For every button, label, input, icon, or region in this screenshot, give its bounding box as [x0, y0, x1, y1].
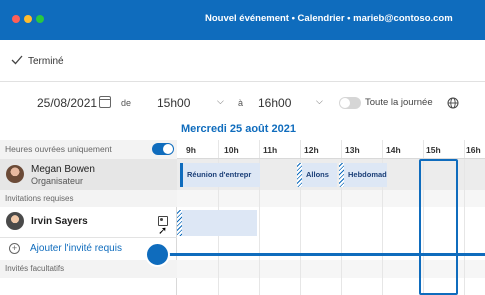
plus-icon[interactable]: +	[9, 243, 20, 254]
end-time-field[interactable]: 16h00	[258, 96, 291, 110]
avatar	[6, 165, 24, 183]
minimize-window-button[interactable]	[24, 15, 32, 23]
attendee-pane: Heures ouvrées uniquement Megan Bowen Or…	[0, 140, 177, 295]
toolbar: Terminé	[0, 40, 485, 82]
done-button[interactable]: Terminé	[28, 56, 64, 67]
date-time-row: 25/08/2021 de 15h00 ⌵ à 16h00 ⌵ Toute la…	[0, 82, 485, 120]
title-bar: Nouvel événement • Calendrier • marieb@c…	[0, 0, 485, 40]
tentative-hatch	[339, 163, 344, 187]
event-title: Allons	[306, 170, 329, 179]
all-day-label: Toute la journée	[365, 97, 433, 108]
organizer-row: Megan Bowen Organisateur	[0, 159, 177, 190]
attendee-busy-block	[177, 210, 257, 236]
tentative-hatch	[297, 163, 302, 187]
close-window-button[interactable]	[12, 15, 20, 23]
hour-label: 10h	[224, 145, 239, 155]
optional-attendees-label: Invités facultatifs	[5, 264, 65, 273]
to-label: à	[238, 98, 244, 108]
callout-pointer-line	[160, 253, 485, 256]
hour-label: 15h	[426, 145, 441, 155]
window-title: Nouvel événement • Calendrier • marieb@c…	[205, 13, 453, 24]
end-time-chevron-down-icon[interactable]: ⌵	[316, 96, 323, 107]
all-day-toggle[interactable]	[339, 97, 361, 109]
avatar	[6, 212, 24, 230]
globe-icon[interactable]	[447, 97, 459, 109]
checkmark-icon[interactable]	[11, 55, 23, 65]
required-attendees-header: Invitations requises	[0, 190, 177, 207]
hour-label: 13h	[345, 145, 360, 155]
hour-label: 9h	[186, 145, 196, 155]
selected-time-slot[interactable]	[419, 159, 458, 295]
work-hours-toggle[interactable]	[152, 143, 174, 155]
tentative-hatch	[177, 210, 182, 236]
hours-header: 9h 10h 11h 12h 13h 14h 15h 16h	[177, 140, 485, 159]
busy-event-block[interactable]: Réunion d'entrepr	[180, 163, 260, 187]
busy-event-block[interactable]: Hebdomadai	[339, 163, 387, 187]
calendar-icon[interactable]	[99, 96, 111, 108]
start-date-field[interactable]: 25/08/2021	[37, 96, 97, 110]
busy-event-block[interactable]: Allons	[297, 163, 337, 187]
hour-label: 12h	[304, 145, 319, 155]
organizer-role: Organisateur	[31, 176, 84, 186]
hour-label: 14h	[386, 145, 401, 155]
zoom-window-button[interactable]	[36, 15, 44, 23]
grid-line	[464, 140, 465, 295]
required-attendees-label: Invitations requises	[5, 194, 74, 203]
work-hours-row: Heures ouvrées uniquement	[0, 140, 177, 159]
attendee-name: Irvin Sayers	[31, 216, 88, 227]
organizer-name: Megan Bowen	[31, 164, 95, 175]
start-time-field[interactable]: 15h00	[157, 96, 190, 110]
event-title: Hebdomadai	[348, 170, 387, 179]
hour-label: 16h	[466, 145, 481, 155]
schedule-timeline[interactable]: 9h 10h 11h 12h 13h 14h 15h 16h Réunion d…	[177, 140, 485, 295]
callout-pointer-dot	[145, 242, 170, 267]
add-required-attendee-button[interactable]: Ajouter l'invité requis	[30, 243, 122, 254]
schedule-date-heading: Mercredi 25 août 2021	[181, 123, 296, 135]
work-hours-label: Heures ouvrées uniquement	[5, 144, 112, 154]
from-label: de	[121, 98, 132, 108]
attendee-row[interactable]: Irvin Sayers ➚	[0, 207, 177, 237]
start-time-chevron-down-icon[interactable]: ⌵	[217, 96, 224, 107]
cursor-icon: ➚	[158, 225, 168, 237]
hour-label: 11h	[263, 145, 278, 155]
